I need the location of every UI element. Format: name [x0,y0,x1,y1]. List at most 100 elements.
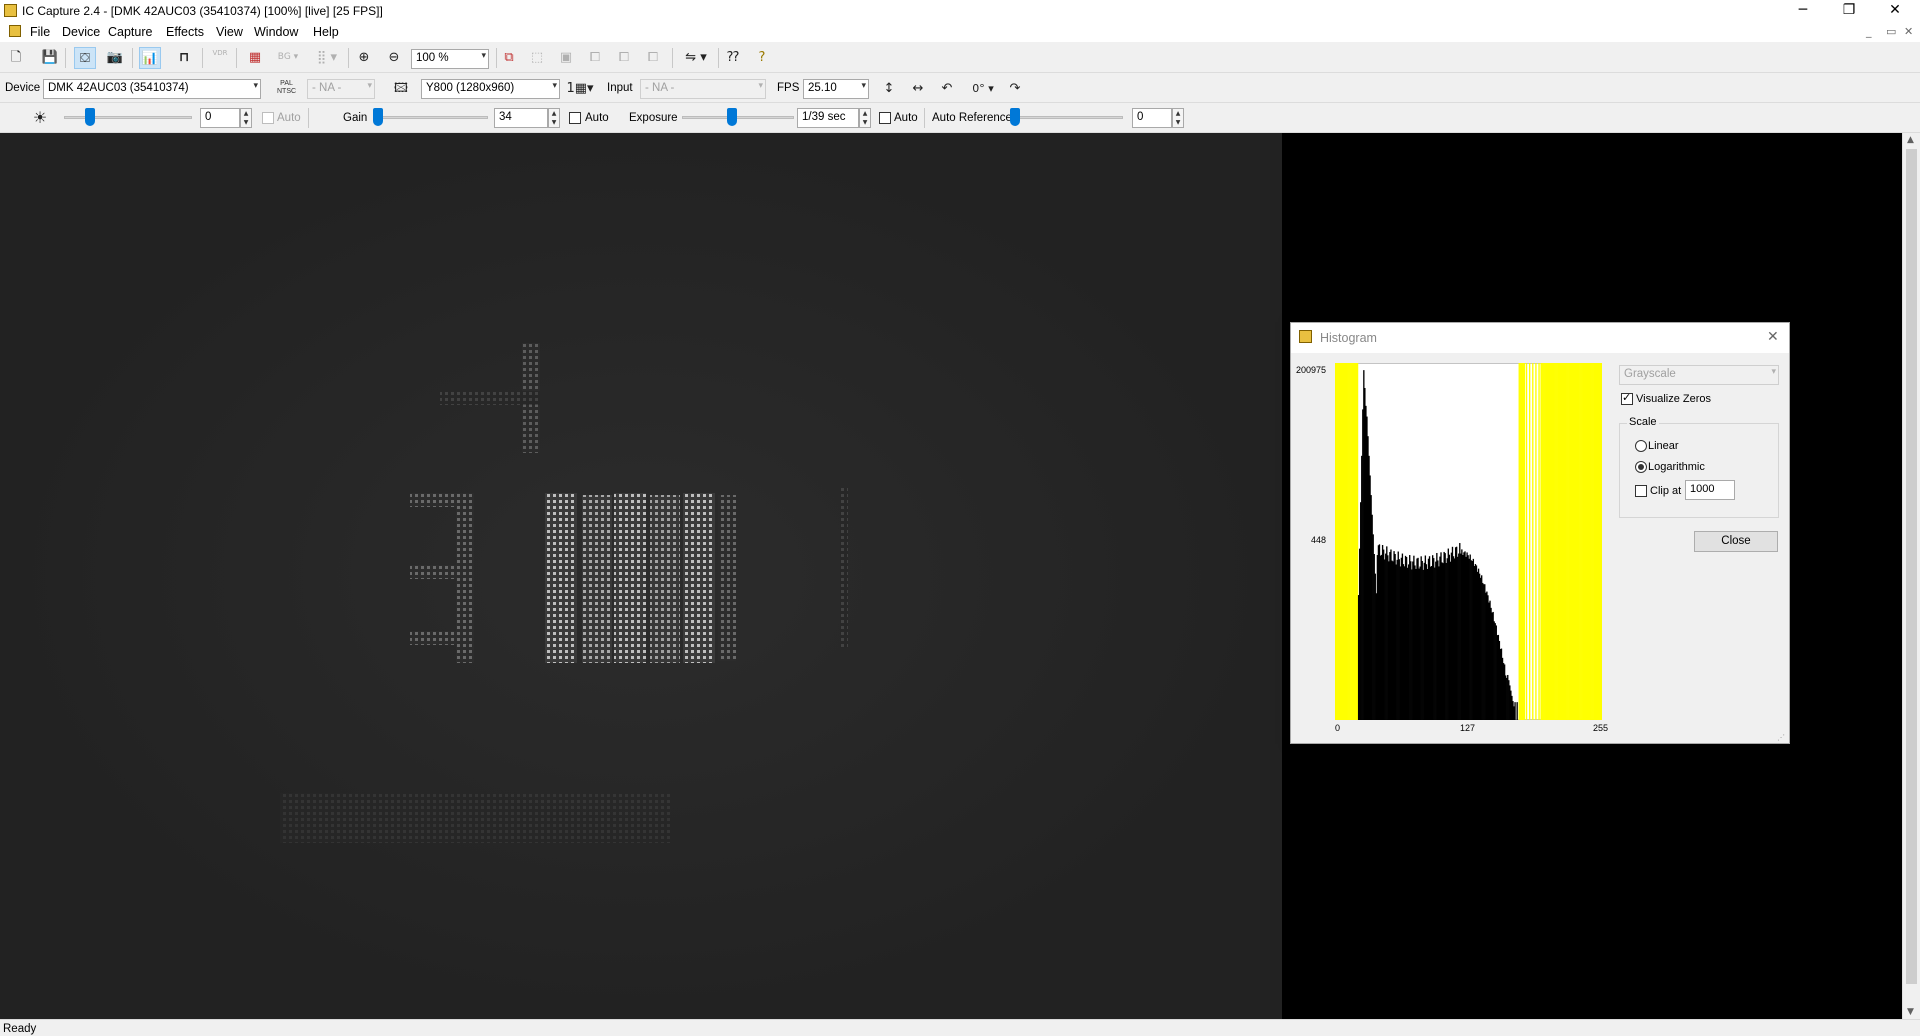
app-icon [4,4,17,17]
format-grid-icon[interactable]: 1▦▾ [563,78,597,100]
gain-auto-checkbox[interactable] [569,112,581,124]
context-help-icon[interactable]: ⁇ [722,47,744,69]
chevron-down-icon: ▾ [253,81,258,91]
menu-device[interactable]: Device [62,25,100,39]
roi-icon[interactable]: ⬚ [526,47,548,69]
histogram-close-icon[interactable]: ✕ [1767,329,1779,345]
maximize-button[interactable]: ❐ [1826,0,1872,22]
gain-slider-thumb[interactable] [373,108,383,126]
camera-image [0,133,1282,1019]
overlay-icon[interactable]: ⧉ [498,47,520,69]
mdi-minimize-button[interactable]: _ [1866,25,1872,38]
scroll-up-icon[interactable]: ▲ [1907,135,1914,145]
copy-icon[interactable]: ⧠ [584,47,606,69]
format-select[interactable]: Y800 (1280x960) ▾ [421,79,560,99]
exposure-slider[interactable] [682,116,794,119]
menu-capture[interactable]: Capture [108,25,152,39]
new-icon[interactable]: 🗋 [5,47,27,69]
histogram-zero-bin [1535,363,1537,720]
window-title: IC Capture 2.4 - [DMK 42AUC03 (35410374)… [22,4,383,18]
clip-at-input[interactable]: 1000 [1685,480,1735,500]
resize-grip-icon[interactable]: ⋰ [1777,733,1785,742]
gain-auto-label: Auto [585,112,609,124]
auto-reference-input[interactable]: 0 [1132,108,1172,128]
brightness-input[interactable]: 0 [200,108,240,128]
menu-effects[interactable]: Effects [166,25,204,39]
auto-reference-slider-thumb[interactable] [1010,108,1020,126]
exposure-slider-thumb[interactable] [727,108,738,126]
rotation-value: 0° [972,82,985,95]
toolbar-separator [132,48,133,68]
video-norm-select[interactable]: - NA - ▾ [307,79,375,99]
paste-icon[interactable]: ⧠ [613,47,635,69]
exposure-auto-checkbox[interactable] [879,112,891,124]
save-icon[interactable]: 💾 [39,47,61,69]
trigger-icon[interactable]: ⊓ [173,47,195,69]
live-video-icon[interactable]: ⛋ [74,47,96,69]
bayer-icon[interactable]: ▦ [244,47,266,69]
device-toolbar: Device DMK 42AUC03 (35410374) ▾ PAL NTSC … [0,73,1920,103]
zoom-out-icon[interactable]: ⊖ [383,47,405,69]
menu-window[interactable]: Window [254,25,298,39]
live-video-display[interactable] [0,133,1282,1019]
exposure-input[interactable]: 1/39 sec [797,108,859,128]
radio-selected-dot [1638,464,1644,470]
share-icon[interactable]: ⇋ ▾ [680,47,712,69]
scroll-down-icon[interactable]: ▼ [1907,1007,1914,1017]
histogram-icon[interactable]: 📊 [139,47,161,69]
close-button-histogram[interactable]: Close [1694,531,1778,552]
status-bar: Ready [0,1019,1920,1036]
auto-reference-spinner[interactable]: ▲ ▼ [1172,108,1184,128]
video-norm-icon: PAL NTSC [277,80,296,96]
vdr-icon[interactable]: VDR [209,47,231,69]
y-max-label: 200975 [1296,365,1327,375]
linear-radio[interactable] [1635,440,1647,452]
menu-view[interactable]: View [216,25,243,39]
menu-bar: File Device Capture Effects View Window … [0,22,1920,42]
input-select[interactable]: - NA - ▾ [640,79,766,99]
logarithmic-radio[interactable] [1635,461,1647,473]
device-select[interactable]: DMK 42AUC03 (35410374) ▾ [43,79,261,99]
zoom-in-icon[interactable]: ⊕ [353,47,375,69]
rotation-select[interactable]: 0° ▾ [965,78,1001,100]
gain-spinner[interactable]: ▲ ▼ [548,108,560,128]
mdi-close-button[interactable]: ✕ [1904,25,1913,38]
rotate-left-icon[interactable]: ↶ [936,78,958,100]
grid-icon[interactable]: ⣿ ▾ [312,47,342,69]
mdi-child-icon[interactable] [9,25,21,37]
input-value: - NA - [645,82,675,94]
bg-label: BG [277,52,291,62]
menu-file[interactable]: File [30,25,50,39]
fps-select[interactable]: 25.10 ▾ [803,79,869,99]
brightness-auto-checkbox[interactable] [262,112,274,124]
histogram-zero-bin [1532,363,1534,720]
zoom-select[interactable]: 100 % ▾ [411,49,489,69]
brightness-slider[interactable] [64,116,192,119]
rotate-right-icon[interactable]: ↷ [1004,78,1026,100]
clip-at-checkbox[interactable] [1635,485,1647,497]
brightness-slider-thumb[interactable] [84,108,95,126]
menu-help[interactable]: Help [313,25,339,39]
minimize-button[interactable]: ─ [1780,0,1826,22]
gain-slider[interactable] [378,116,488,119]
auto-reference-slider[interactable] [1015,116,1123,119]
exposure-label: Exposure [629,112,678,124]
mdi-restore-button[interactable]: ▭ [1886,25,1896,38]
gain-input[interactable]: 34 [494,108,548,128]
scrollbar-thumb[interactable] [1906,149,1917,984]
help-icon[interactable]: ? [751,47,773,69]
toolbar-separator [672,48,673,68]
visualize-zeros-checkbox[interactable]: ✓ [1621,391,1633,405]
snapshot-icon[interactable]: 📷 [104,47,126,69]
exposure-spinner[interactable]: ▲ ▼ [859,108,871,128]
crop-icon[interactable]: ⧠ [642,47,664,69]
color-mode-select[interactable]: Grayscale ▾ [1619,365,1779,385]
flip-vertical-icon[interactable]: ↕ [878,78,900,100]
flip-horizontal-icon[interactable]: ↔ [907,78,929,100]
brightness-spinner[interactable]: ▲ ▼ [240,108,252,128]
close-button[interactable]: ✕ [1872,0,1918,22]
input-label: Input [607,82,633,94]
bg-icon[interactable]: BG ▾ [273,47,303,69]
frame-icon[interactable]: ▣ [555,47,577,69]
vertical-scrollbar[interactable]: ▲ ▼ [1902,133,1920,1019]
